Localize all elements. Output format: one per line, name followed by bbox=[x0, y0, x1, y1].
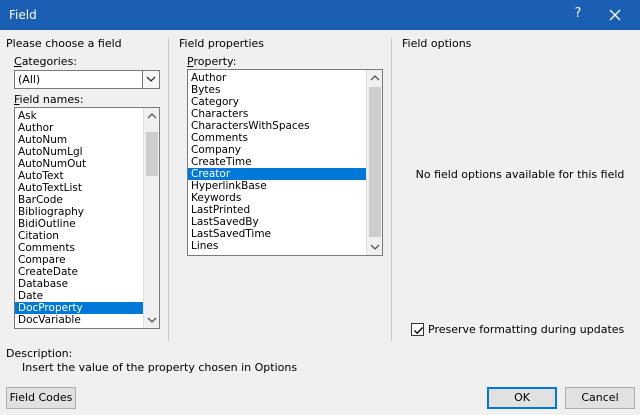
field-codes-button[interactable]: Field Codes bbox=[6, 387, 76, 409]
chevron-down-icon[interactable] bbox=[142, 71, 159, 88]
list-item[interactable]: Date bbox=[15, 290, 143, 302]
no-options-message: No field options available for this fiel… bbox=[415, 168, 625, 181]
scroll-up-icon[interactable] bbox=[144, 108, 159, 124]
list-item[interactable]: Author bbox=[188, 72, 366, 84]
list-item[interactable]: AutoNumLgl bbox=[15, 146, 143, 158]
list-item[interactable]: AutoText bbox=[15, 170, 143, 182]
list-item[interactable]: Characters bbox=[188, 108, 366, 120]
list-item[interactable]: LastSavedBy bbox=[188, 216, 366, 228]
window-title: Field bbox=[9, 8, 37, 22]
categories-label-rest: ategories: bbox=[21, 55, 78, 68]
description-label: Description: bbox=[6, 347, 73, 360]
cancel-button[interactable]: Cancel bbox=[565, 387, 635, 409]
description-text: Insert the value of the property chosen … bbox=[22, 361, 298, 374]
list-item[interactable]: BidiOutline bbox=[15, 218, 143, 230]
list-item[interactable]: CreateDate bbox=[15, 266, 143, 278]
list-item[interactable]: Creator bbox=[188, 168, 366, 180]
list-item[interactable]: Database bbox=[15, 278, 143, 290]
scroll-thumb[interactable] bbox=[369, 87, 381, 237]
list-item[interactable]: DocProperty bbox=[15, 302, 143, 314]
list-item[interactable]: Citation bbox=[15, 230, 143, 242]
property-label: Property: bbox=[187, 55, 237, 68]
list-item[interactable]: Keywords bbox=[188, 192, 366, 204]
list-item[interactable]: HyperlinkBase bbox=[188, 180, 366, 192]
list-item[interactable]: AutoNumOut bbox=[15, 158, 143, 170]
list-item[interactable]: AutoTextList bbox=[15, 182, 143, 194]
list-item[interactable]: CharactersWithSpaces bbox=[188, 120, 366, 132]
list-item[interactable]: LastPrinted bbox=[188, 204, 366, 216]
separator bbox=[168, 38, 169, 341]
field-properties-group-title: Field properties bbox=[179, 37, 265, 50]
field-names-list[interactable]: DocVariable DocProperty Date Database Create… bbox=[14, 107, 160, 329]
list-item[interactable]: BarCode bbox=[15, 194, 143, 206]
list-item[interactable]: Author bbox=[15, 122, 143, 134]
property-label-rest: roperty: bbox=[193, 55, 237, 68]
field-names-label: Field names: bbox=[14, 93, 84, 106]
list-item[interactable]: Comments bbox=[15, 242, 143, 254]
list-item[interactable]: Bytes bbox=[188, 84, 366, 96]
list-item[interactable]: AutoNum bbox=[15, 134, 143, 146]
list-item[interactable]: Comments bbox=[188, 132, 366, 144]
property-list[interactable]: Lines LastSavedTime LastSavedBy LastPrinted… bbox=[187, 69, 383, 256]
list-item[interactable]: LastSavedTime bbox=[188, 228, 366, 240]
separator bbox=[391, 38, 392, 341]
ok-button[interactable]: OK bbox=[487, 387, 557, 409]
categories-value: (All) bbox=[18, 73, 41, 86]
scroll-down-icon[interactable] bbox=[144, 312, 159, 328]
list-item[interactable]: Compare bbox=[15, 254, 143, 266]
preserve-formatting-label[interactable]: Preserve formatting during updates bbox=[428, 323, 624, 336]
list-item[interactable]: Lines bbox=[188, 240, 366, 252]
list-item[interactable]: DocVariable bbox=[15, 314, 143, 326]
list-item[interactable]: Bibliography bbox=[15, 206, 143, 218]
list-item[interactable]: CreateTime bbox=[188, 156, 366, 168]
scroll-up-icon[interactable] bbox=[367, 70, 382, 86]
categories-combobox[interactable]: (All) bbox=[14, 70, 160, 89]
field-options-group-title: Field options bbox=[402, 37, 472, 50]
property-scrollbar[interactable] bbox=[366, 70, 382, 255]
close-icon[interactable] bbox=[606, 6, 624, 24]
help-button[interactable]: ? bbox=[570, 6, 586, 24]
list-item[interactable]: Ask bbox=[15, 110, 143, 122]
preserve-formatting-checkbox[interactable] bbox=[411, 323, 424, 336]
list-item[interactable]: Company bbox=[188, 144, 366, 156]
list-item[interactable]: Category bbox=[188, 96, 366, 108]
categories-label: Categories: bbox=[14, 55, 78, 68]
choose-field-group-title: Please choose a field bbox=[6, 37, 122, 50]
scroll-down-icon[interactable] bbox=[367, 239, 382, 255]
field-names-scrollbar[interactable] bbox=[143, 108, 159, 328]
field-names-label-rest: ield names: bbox=[19, 93, 84, 106]
scroll-thumb[interactable] bbox=[146, 132, 158, 176]
title-bar: Field ? bbox=[0, 0, 640, 30]
